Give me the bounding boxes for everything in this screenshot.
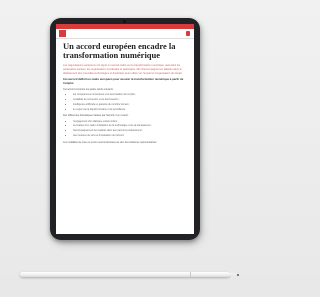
stylus-nib [237,273,239,276]
list-item: l'engagement d'un dialogue social contin… [73,120,187,124]
article-title: Un accord européen encadre la transforma… [63,41,176,60]
article-closing: Les modalités de mise en œuvre seront di… [63,140,158,144]
list-item: intelligence artificielle et garantie du… [73,103,187,107]
camera-icon [123,20,126,23]
tablet-device: Un accord européen encadre la transforma… [50,18,200,240]
article-intro: Les négociateurs européens ont signé un … [63,64,183,75]
section2-lead: Des différentes thématiques traitées par… [63,114,130,118]
list-item: le respect de la dignité humaine et la s… [73,108,187,112]
list-item: la création d'un cadre d'utilisation de … [73,124,187,128]
section1-heading: Cet accord définit un cadre européen pou… [63,77,184,85]
stylus-pencil [20,272,230,277]
section1-list: les compétences numériques et la sécuris… [63,93,187,111]
nav-cta-button[interactable] [186,31,190,36]
stylus-band [190,272,191,277]
list-item: modalités de connexion et de déconnexion… [73,98,187,102]
article-content: Un accord européen encadre la transforma… [56,39,194,144]
list-item: des mesures de suivi et d'évaluation de … [73,134,187,138]
site-logo[interactable] [59,30,66,37]
list-item: l'accompagnement des salariés dans leur … [73,129,187,133]
list-item: les compétences numériques et la sécuris… [73,93,187,97]
section2-list: l'engagement d'un dialogue social contin… [63,120,187,138]
section1-lead: Cet accord comporte les quatre points su… [63,87,115,91]
site-navigation [56,29,194,39]
tablet-screen: Un accord européen encadre la transforma… [56,24,194,234]
product-mockup: Un accord européen encadre la transforma… [0,0,251,297]
